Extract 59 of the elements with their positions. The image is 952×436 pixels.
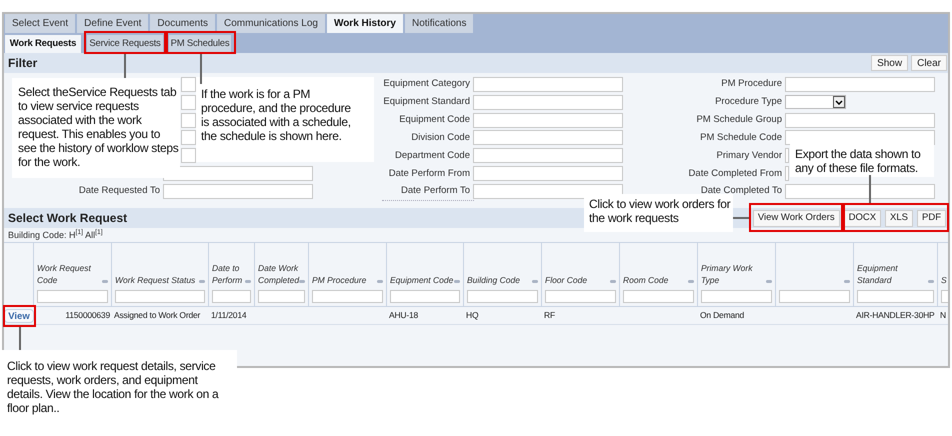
table-cell: 1150000639 — [65, 310, 110, 320]
callout-text: If the work is for a PM procedure, and the procedure is associated with a schedule, the schedule is shown here. — [201, 87, 352, 143]
callout-text: Select theService Requests tab to view service requests associated with the work request. This enables you to see the history of worklow steps for the work. — [18, 85, 180, 169]
section-title: Filter — [8, 55, 38, 72]
grid-action-button[interactable]: DOCX — [844, 210, 882, 226]
table-cell: 1/11/2014 — [211, 310, 246, 320]
field-label: Equipment Standard — [383, 96, 470, 108]
field-label: Equipment Code — [399, 114, 470, 125]
grid-action-button[interactable]: PDF — [917, 210, 946, 226]
column-header: Date Work Completed — [258, 262, 300, 286]
grid-action-button[interactable]: View Work Orders — [752, 210, 840, 226]
table-cell: N — [940, 310, 946, 320]
field-label: Equipment Category — [383, 78, 470, 90]
table-cell: HQ — [466, 310, 478, 320]
field-label: Department Code — [395, 150, 470, 161]
field-label: Date Completed From — [688, 168, 782, 179]
column-header: Work Request Status — [115, 274, 196, 286]
tab[interactable]: PM Schedules — [169, 35, 231, 53]
filter-button[interactable]: Clear — [911, 55, 947, 71]
building-code-filter: Building Code: H$^{[1]}$ All$^{[1]}$ — [8, 230, 103, 240]
table-cell: Assigned to Work Order — [114, 310, 200, 320]
column-header: Date to Perform — [212, 262, 244, 286]
field-label: Date Completed To — [700, 185, 782, 196]
tab[interactable]: Work History — [326, 14, 403, 33]
column-header: Building Code — [467, 274, 520, 286]
field-label: Division Code — [411, 132, 470, 143]
table-cell: On Demand — [700, 310, 744, 320]
column-header: Equipment Code — [390, 274, 454, 286]
column-header: Floor Code — [545, 274, 588, 286]
tab[interactable]: Work Requests — [5, 35, 81, 53]
grid-action-button[interactable]: XLS — [885, 210, 913, 226]
field-label: PM Procedure — [721, 78, 782, 90]
filter-button[interactable]: Show — [871, 55, 908, 71]
column-header: Work Request Code — [37, 262, 92, 286]
field-label: Date Requested To — [78, 185, 160, 196]
callout-text: Export the data shown to any of these file formats. — [795, 147, 922, 175]
column-header: Room Code — [623, 274, 668, 286]
table-cell: AHU-18 — [389, 310, 418, 320]
field-label: Date Perform From — [388, 168, 470, 179]
callout-text: Click to view work orders for the work requests — [589, 197, 732, 225]
view-button[interactable]: View — [4, 308, 34, 322]
tab[interactable]: Service Requests — [87, 35, 163, 53]
field-label: Primary Vendor — [716, 150, 782, 161]
tab[interactable]: Communications Log — [217, 14, 325, 33]
field-label: Date Perform To — [401, 185, 470, 196]
tab[interactable]: Select Event — [5, 14, 76, 33]
field-label: Procedure Type — [715, 96, 782, 108]
column-header: Primary Work Type — [701, 262, 754, 286]
section-title: Select Work Request — [8, 210, 128, 227]
tab[interactable]: Define Event — [77, 14, 148, 33]
tab[interactable]: Notifications — [405, 14, 474, 33]
table-cell: RF — [544, 310, 555, 320]
column-header: S — [941, 274, 947, 286]
field-label: PM Schedule Code — [700, 132, 782, 143]
column-header: Equipment Standard — [857, 262, 899, 286]
table-cell: AIR-HANDLER-30HP — [856, 310, 935, 320]
callout-text: Click to view work request details, service requests, work orders, and equipment details. View the location for the work on a floor plan.. — [7, 359, 220, 415]
column-header: PM Procedure — [312, 274, 366, 286]
field-label: PM Schedule Group — [696, 114, 782, 125]
